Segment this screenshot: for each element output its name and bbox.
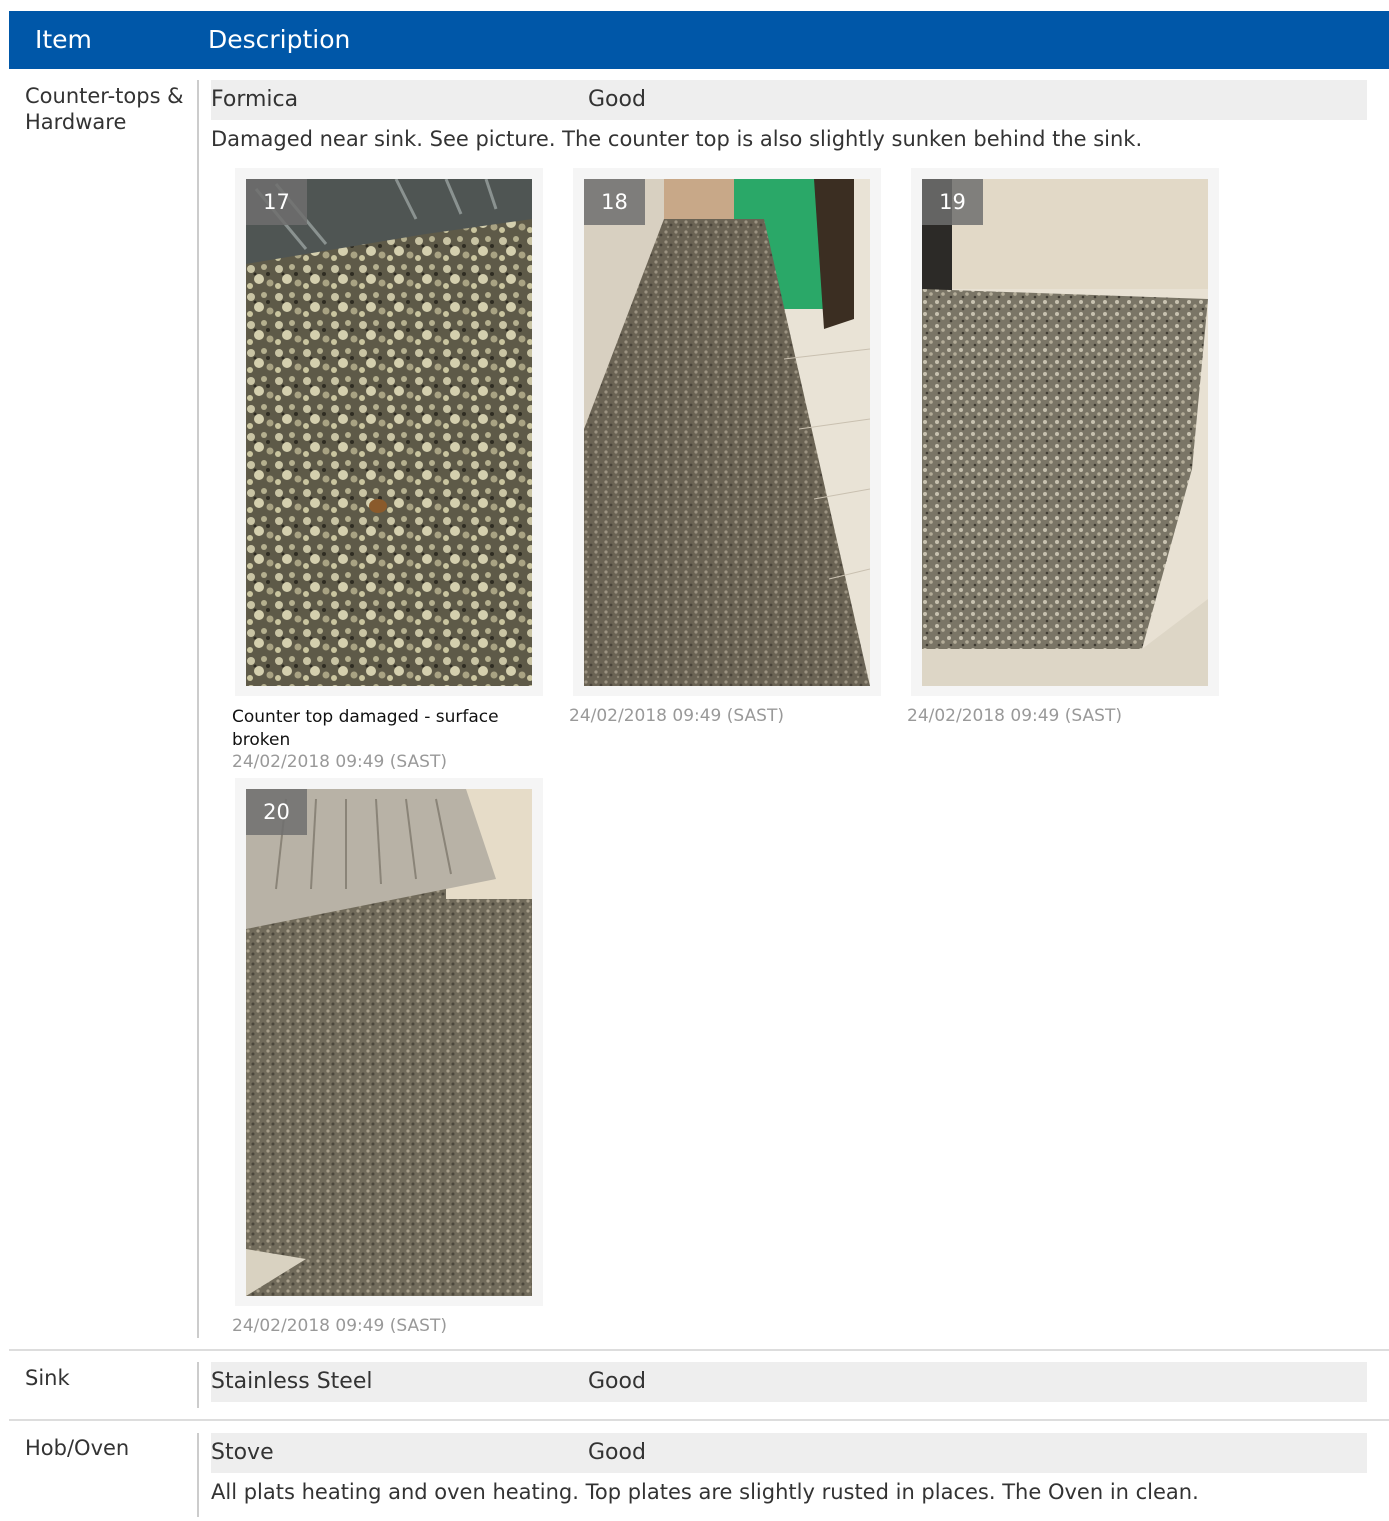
countertop-with-drainer-image: [246, 789, 532, 1296]
photo-thumbnail[interactable]: 17: [235, 168, 543, 696]
photo-number: 19: [922, 179, 983, 225]
column-header-description: Description: [208, 25, 351, 54]
photo-timestamp: 24/02/2018 09:49 (SAST): [907, 706, 1122, 726]
countertop-photo: 19: [922, 179, 1208, 686]
photo-timestamp: 24/02/2018 09:49 (SAST): [232, 752, 447, 772]
condition-label: Good: [588, 1440, 646, 1465]
photo-caption: Counter top damaged - surface broken: [232, 707, 499, 750]
item-label: Counter-tops & Hardware: [25, 84, 184, 134]
description-divider: [197, 80, 199, 1338]
row-divider: [9, 1419, 1389, 1421]
damaged-countertop-image: [246, 179, 532, 686]
item-comment: All plats heating and oven heating. Top …: [211, 1480, 1199, 1504]
item-label: Hob/Oven: [25, 1436, 130, 1460]
material-label: Stove: [211, 1440, 274, 1465]
long-countertop-image: [584, 179, 870, 686]
countertop-photo: 20: [246, 789, 532, 1296]
photo-thumbnail[interactable]: 20: [235, 778, 543, 1306]
item-comment: Damaged near sink. See picture. The coun…: [211, 127, 1143, 151]
row-divider: [9, 1349, 1389, 1351]
table-header: Item Description: [9, 11, 1389, 69]
condition-label: Good: [588, 87, 646, 112]
photo-thumbnail[interactable]: 18: [573, 168, 881, 696]
condition-label: Good: [588, 1369, 646, 1394]
countertop-photo: 17: [246, 179, 532, 686]
condition-bar: Stove Good: [211, 1433, 1367, 1473]
description-divider: [197, 1362, 199, 1408]
column-header-item: Item: [35, 25, 92, 54]
item-label: Sink: [25, 1366, 70, 1390]
countertop-corner-image: [922, 179, 1208, 686]
description-divider: [197, 1433, 199, 1517]
photo-number: 18: [584, 179, 645, 225]
material-label: Formica: [211, 87, 299, 112]
photo-thumbnail[interactable]: 19: [911, 168, 1219, 696]
photo-timestamp: 24/02/2018 09:49 (SAST): [569, 706, 784, 726]
condition-bar: Stainless Steel Good: [211, 1362, 1367, 1402]
condition-bar: Formica Good: [211, 80, 1367, 120]
material-label: Stainless Steel: [211, 1369, 373, 1394]
photo-number: 20: [246, 789, 307, 835]
photo-number: 17: [246, 179, 307, 225]
photo-timestamp: 24/02/2018 09:49 (SAST): [232, 1316, 447, 1336]
countertop-photo: 18: [584, 179, 870, 686]
